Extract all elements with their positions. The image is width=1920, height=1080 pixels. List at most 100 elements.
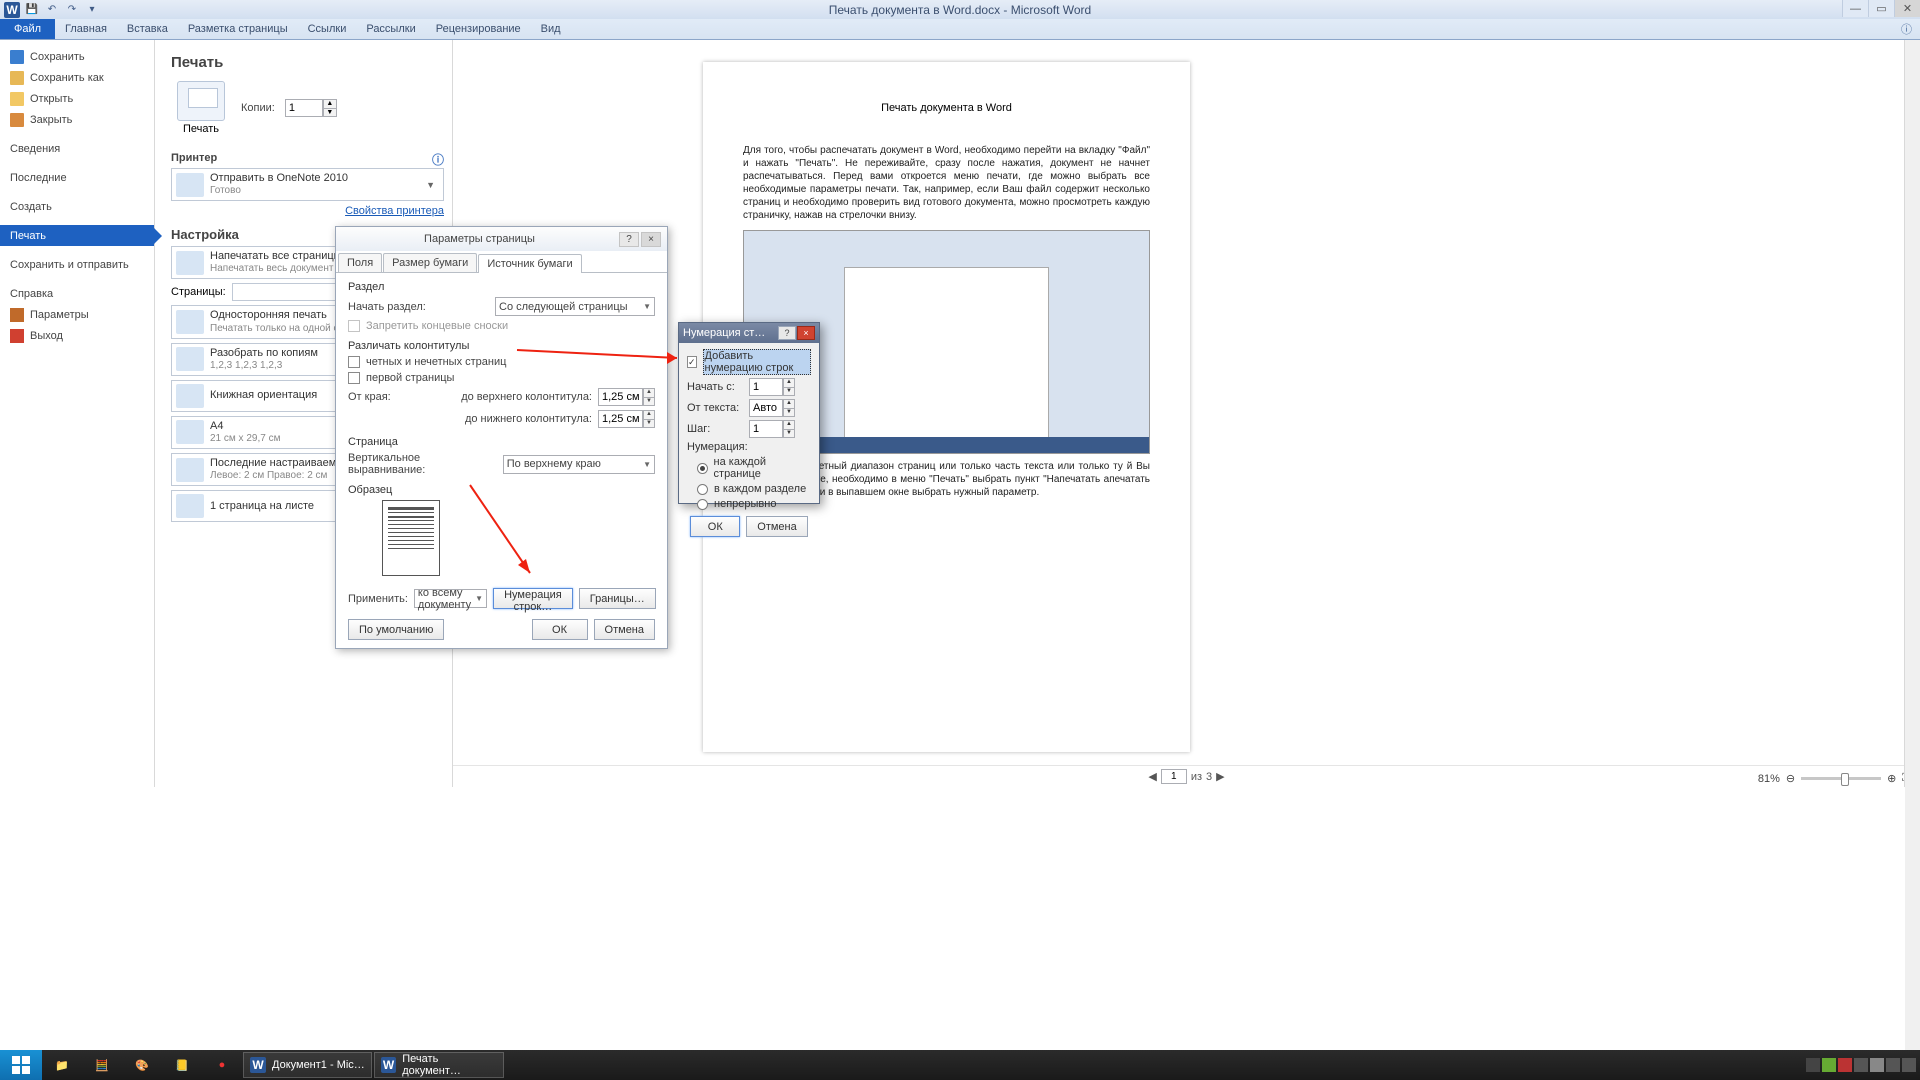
- default-button[interactable]: По умолчанию: [348, 619, 444, 640]
- tab-insert[interactable]: Вставка: [117, 19, 178, 39]
- taskbar-notes-icon[interactable]: 📒: [162, 1050, 202, 1080]
- page-input[interactable]: [1161, 769, 1187, 784]
- taskbar-task-1[interactable]: WДокумент1 - Mic…: [243, 1052, 372, 1078]
- tab-file[interactable]: Файл: [0, 19, 55, 39]
- dlg2-ok-button[interactable]: ОК: [690, 516, 740, 537]
- dialog-close-button[interactable]: ×: [641, 232, 661, 247]
- window-title: Печать документа в Word.docx - Microsoft…: [829, 3, 1091, 17]
- close-button[interactable]: ✕: [1894, 0, 1920, 17]
- scrollbar[interactable]: [1904, 40, 1920, 1059]
- tab-home[interactable]: Главная: [55, 19, 117, 39]
- taskbar-paint-icon[interactable]: 🎨: [122, 1050, 162, 1080]
- nav-open[interactable]: Открыть: [0, 88, 154, 109]
- print-button[interactable]: Печать: [171, 81, 231, 135]
- start-section-label: Начать раздел:: [348, 301, 426, 313]
- tab-review[interactable]: Рецензирование: [426, 19, 531, 39]
- radio-continuous[interactable]: [697, 499, 708, 510]
- zoom-out[interactable]: ⊖: [1786, 772, 1795, 785]
- qat-save-icon[interactable]: 💾: [24, 2, 40, 18]
- oddeven-checkbox[interactable]: [348, 356, 360, 368]
- top-header-spinner[interactable]: ▲▼: [598, 388, 655, 406]
- copies-down[interactable]: ▼: [323, 108, 337, 117]
- backstage-nav: Сохранить Сохранить как Открыть Закрыть …: [0, 40, 155, 787]
- zoom-value: 81%: [1758, 773, 1780, 785]
- ok-button[interactable]: ОК: [532, 619, 588, 640]
- borders-button[interactable]: Границы…: [579, 588, 656, 609]
- zoom-in[interactable]: ⊕: [1887, 772, 1896, 785]
- nav-saveas[interactable]: Сохранить как: [0, 67, 154, 88]
- copies-input[interactable]: [285, 99, 323, 117]
- page-group-label: Страница: [348, 436, 655, 448]
- add-linenums-checkbox[interactable]: [687, 356, 697, 368]
- nav-share[interactable]: Сохранить и отправить: [0, 254, 154, 275]
- firstpage-checkbox[interactable]: [348, 372, 360, 384]
- printer-info-icon[interactable]: ⓘ: [432, 151, 444, 168]
- minimize-button[interactable]: —: [1842, 0, 1868, 17]
- nav-new[interactable]: Создать: [0, 196, 154, 217]
- bot-header-spinner[interactable]: ▲▼: [598, 410, 655, 428]
- startat-label: Начать с:: [687, 381, 743, 393]
- valign-select[interactable]: По верхнему краю▼: [503, 455, 655, 474]
- taskbar-opera-icon[interactable]: ●: [202, 1050, 242, 1080]
- fromtext-spinner[interactable]: ▲▼: [749, 399, 795, 417]
- nav-print[interactable]: Печать: [0, 225, 154, 246]
- dlg2-cancel-button[interactable]: Отмена: [746, 516, 807, 537]
- step-spinner[interactable]: ▲▼: [749, 420, 795, 438]
- copies-label: Копии:: [241, 102, 275, 114]
- next-page[interactable]: ▶: [1216, 770, 1224, 783]
- start-section-select[interactable]: Со следующей страницы▼: [495, 297, 655, 316]
- taskbar-task-2[interactable]: WПечать документ…: [374, 1052, 504, 1078]
- zoom-control: 81% ⊖ ⊕ ⛶: [1758, 772, 1910, 785]
- tab-references[interactable]: Ссылки: [298, 19, 357, 39]
- tab-papersource[interactable]: Источник бумаги: [478, 254, 581, 273]
- nav-recent[interactable]: Последние: [0, 167, 154, 188]
- taskbar-explorer-icon[interactable]: 📁: [42, 1050, 82, 1080]
- startat-spinner[interactable]: ▲▼: [749, 378, 795, 396]
- ribbon-help-icon[interactable]: ⓘ: [1901, 19, 1920, 39]
- apply-select[interactable]: ко всему документу▼: [414, 589, 487, 608]
- add-linenums-label: Добавить нумерацию строк: [703, 349, 811, 375]
- printer-icon: [177, 81, 225, 121]
- maximize-button[interactable]: ▭: [1868, 0, 1894, 17]
- bot-header-label: до нижнего колонтитула:: [452, 413, 592, 425]
- dialog2-help-button[interactable]: ?: [778, 326, 796, 340]
- tab-mailings[interactable]: Рассылки: [356, 19, 425, 39]
- tab-layout[interactable]: Разметка страницы: [178, 19, 298, 39]
- qat-redo-icon[interactable]: ↷: [64, 2, 80, 18]
- cancel-button[interactable]: Отмена: [594, 619, 655, 640]
- dialog2-title: Нумерация ст…: [683, 327, 777, 339]
- dialog-title: Параметры страницы: [342, 233, 617, 245]
- pages-label: Страницы:: [171, 286, 226, 298]
- qat-customize-icon[interactable]: ▾: [84, 2, 100, 18]
- nav-close[interactable]: Закрыть: [0, 109, 154, 130]
- zoom-slider[interactable]: [1801, 777, 1881, 780]
- system-tray[interactable]: [1806, 1058, 1920, 1072]
- nav-save[interactable]: Сохранить: [0, 46, 154, 67]
- nav-exit[interactable]: Выход: [0, 325, 154, 346]
- valign-label: Вертикальное выравнивание:: [348, 452, 493, 476]
- sample-preview: [382, 500, 440, 576]
- dialog-help-button[interactable]: ?: [619, 232, 639, 247]
- copies-up[interactable]: ▲: [323, 99, 337, 108]
- dialog2-close-button[interactable]: ×: [797, 326, 815, 340]
- line-numbering-button[interactable]: Нумерация строк…: [493, 588, 573, 609]
- start-button[interactable]: [0, 1050, 42, 1080]
- radio-eachsection[interactable]: [697, 484, 708, 495]
- nav-info[interactable]: Сведения: [0, 138, 154, 159]
- word-icon: W: [4, 2, 20, 18]
- copies-spinner[interactable]: ▲▼: [285, 99, 337, 117]
- nav-options[interactable]: Параметры: [0, 304, 154, 325]
- nav-help[interactable]: Справка: [0, 283, 154, 304]
- title-bar: W 💾 ↶ ↷ ▾ Печать документа в Word.docx -…: [0, 0, 1920, 19]
- sides-icon: [176, 310, 204, 334]
- tab-view[interactable]: Вид: [531, 19, 571, 39]
- tab-margins[interactable]: Поля: [338, 253, 382, 272]
- orientation-icon: [176, 384, 204, 408]
- qat-undo-icon[interactable]: ↶: [44, 2, 60, 18]
- printer-properties-link[interactable]: Свойства принтера: [171, 205, 444, 217]
- printer-combo[interactable]: Отправить в OneNote 2010Готово ▼: [171, 168, 444, 201]
- taskbar-store-icon[interactable]: 🧮: [82, 1050, 122, 1080]
- prev-page[interactable]: ◀: [1148, 770, 1156, 783]
- radio-eachpage[interactable]: [697, 463, 708, 474]
- tab-papersize[interactable]: Размер бумаги: [383, 253, 477, 272]
